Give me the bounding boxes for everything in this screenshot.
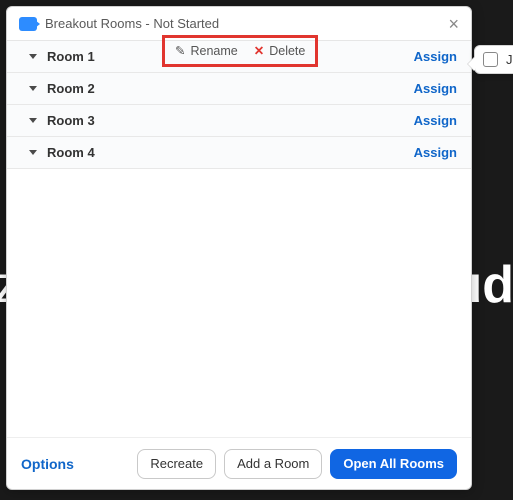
room-name: Room 1 [47,49,95,64]
delete-label: Delete [269,44,305,58]
room-row[interactable]: Room 4 Assign [7,137,471,169]
chevron-down-icon [29,54,37,59]
pencil-icon: ✎ [175,43,185,58]
chevron-down-icon [29,86,37,91]
room-row[interactable]: Room 2 Assign [7,73,471,105]
room-row[interactable]: Room 3 Assign [7,105,471,137]
rename-label: Rename [190,44,237,58]
room-name: Room 3 [47,113,95,128]
assign-button[interactable]: Assign [414,145,457,160]
rename-button[interactable]: ✎ Rename [175,43,238,58]
x-icon: ✕ [254,43,264,58]
options-button[interactable]: Options [21,456,74,472]
zoom-icon [19,17,37,31]
room-list: Room 1 ✎ Rename ✕ Delete Assign Room 2 A… [7,41,471,169]
recreate-button[interactable]: Recreate [137,449,216,479]
window-title: Breakout Rooms - Not Started [45,16,219,31]
assign-participant-popover: Judy [474,45,513,74]
participant-checkbox[interactable] [483,52,498,67]
delete-button[interactable]: ✕ Delete [254,43,306,58]
assign-button[interactable]: Assign [414,81,457,96]
close-icon[interactable]: × [448,15,459,33]
room-name: Room 4 [47,145,95,160]
breakout-rooms-dialog: Breakout Rooms - Not Started × Room 1 ✎ … [6,6,472,490]
add-room-button[interactable]: Add a Room [224,449,322,479]
chevron-down-icon [29,150,37,155]
participant-name: Judy [506,52,513,67]
room-row[interactable]: Room 1 ✎ Rename ✕ Delete Assign [7,41,471,73]
chevron-down-icon [29,118,37,123]
assign-button[interactable]: Assign [414,49,457,64]
assign-button[interactable]: Assign [414,113,457,128]
room-actions-highlight: ✎ Rename ✕ Delete [162,35,318,67]
open-all-rooms-button[interactable]: Open All Rooms [330,449,457,479]
dialog-footer: Options Recreate Add a Room Open All Roo… [7,437,471,489]
room-name: Room 2 [47,81,95,96]
